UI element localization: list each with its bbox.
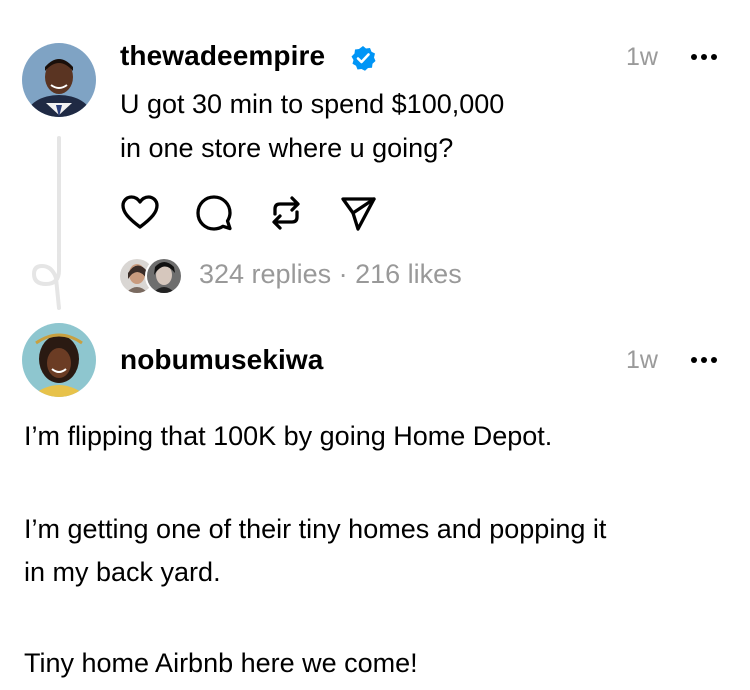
post-text-line-2: in one store where u going? <box>120 133 454 163</box>
post-text-line-1: U got 30 min to spend $100,000 <box>120 89 505 119</box>
thread-line <box>57 136 61 254</box>
avatar-nobumusekiwa[interactable] <box>22 323 96 397</box>
avatar-image <box>22 323 96 397</box>
repost-icon[interactable] <box>266 193 306 233</box>
reply-paragraph-2-line-2: in my back yard. <box>24 557 221 587</box>
post-stats: 324 replies · 216 likes <box>199 259 462 290</box>
post-more-options-icon[interactable] <box>691 54 717 62</box>
reply-paragraph-1: I’m flipping that 100K by going Home Dep… <box>24 421 553 451</box>
like-heart-icon[interactable] <box>120 193 160 233</box>
thread-curl-icon <box>31 252 61 310</box>
reply-paragraph-3: Tiny home Airbnb here we come! <box>24 648 418 678</box>
avatar-thewadeempire[interactable] <box>22 43 96 117</box>
avatar-image <box>22 43 96 117</box>
reply-timestamp: 1w <box>626 346 658 374</box>
post-username[interactable]: thewadeempire <box>120 40 325 72</box>
post-timestamp: 1w <box>626 43 658 71</box>
stats-separator: · <box>338 259 348 289</box>
verified-badge-icon <box>351 46 376 71</box>
like-count-link[interactable]: 216 likes <box>355 259 462 289</box>
reply-paragraph-2-line-1: I’m getting one of their tiny homes and … <box>24 514 607 544</box>
reply-bubble-icon[interactable] <box>194 193 234 233</box>
replier-avatar-2 <box>145 257 183 295</box>
reply-more-options-icon[interactable] <box>691 357 717 365</box>
reply-username[interactable]: nobumusekiwa <box>120 344 323 376</box>
reply-count-link[interactable]: 324 replies <box>199 259 331 289</box>
share-send-icon[interactable] <box>338 193 378 233</box>
